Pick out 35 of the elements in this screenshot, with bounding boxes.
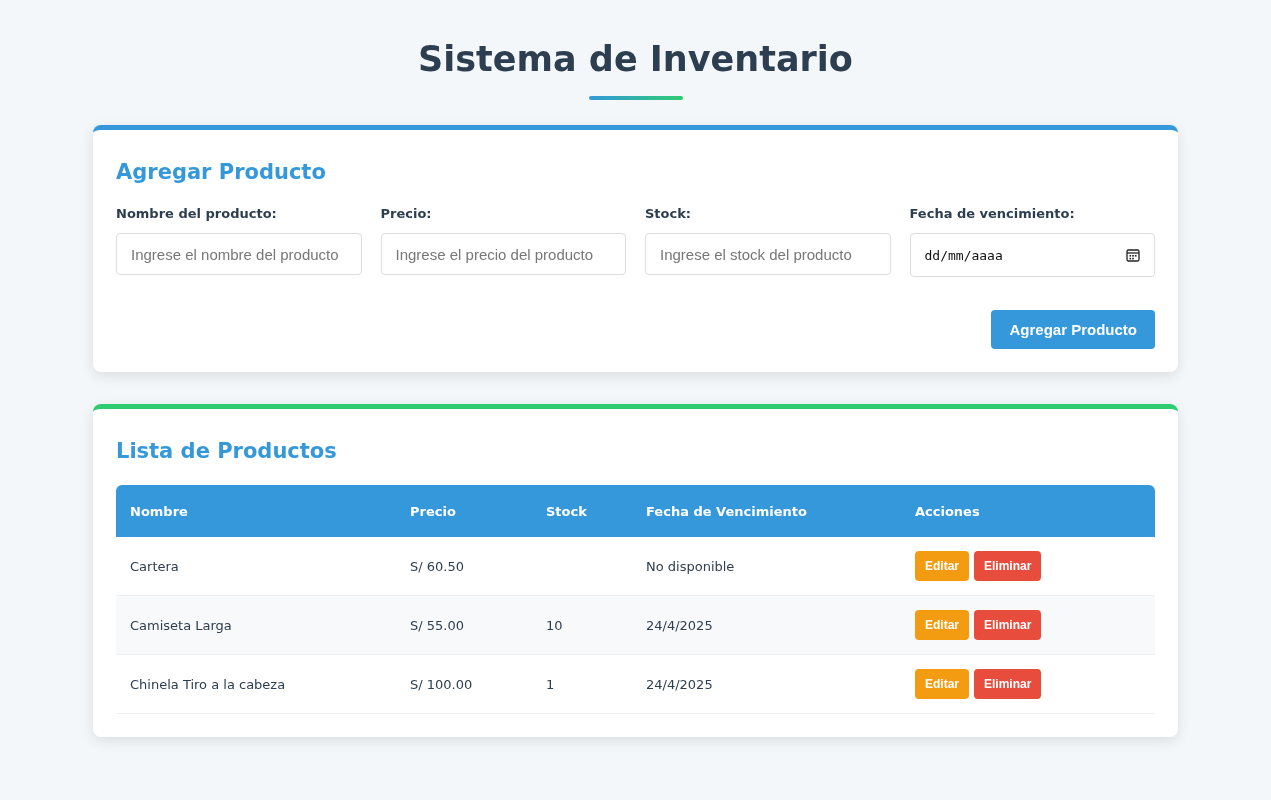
field-label: Precio: <box>380 206 433 221</box>
column-header: Stock <box>546 503 587 519</box>
field-label: Stock: <box>645 206 693 221</box>
column-header: Nombre <box>130 503 188 519</box>
input-field[interactable]: Ingrese el nombre del producto <box>116 233 362 275</box>
field-label: Fecha de vencimiento: <box>909 206 1076 221</box>
product-expiry: No disponible <box>646 558 735 574</box>
date-field[interactable]: dd/mm/aaaa <box>909 233 1155 277</box>
product-stock: 10 <box>546 617 563 633</box>
delete-button[interactable]: Eliminar <box>974 551 1042 581</box>
product-price: S/ 60.50 <box>410 558 464 574</box>
delete-button[interactable]: Eliminar <box>974 610 1042 640</box>
product-name: Chinela Tiro a la cabeza <box>130 676 286 692</box>
list-heading: Lista de Productos <box>116 439 338 463</box>
product-expiry: 24/4/2025 <box>646 617 713 633</box>
input-field[interactable]: Ingrese el precio del producto <box>380 233 626 275</box>
product-name: Cartera <box>130 558 179 574</box>
calendar-icon[interactable] <box>1126 248 1140 262</box>
column-header: Acciones <box>915 503 980 519</box>
product-price: S/ 100.00 <box>410 676 473 692</box>
product-stock: 1 <box>546 676 555 692</box>
edit-button[interactable]: Editar <box>915 551 969 581</box>
product-price: S/ 55.00 <box>410 617 464 633</box>
edit-button[interactable]: Editar <box>915 669 969 699</box>
column-header: Fecha de Vencimiento <box>646 503 807 519</box>
field-label: Nombre del producto: <box>116 206 278 221</box>
input-field[interactable]: Ingrese el stock del producto <box>645 233 891 275</box>
delete-button[interactable]: Eliminar <box>974 669 1042 699</box>
add-product-button[interactable]: Agregar Producto <box>991 310 1155 349</box>
page-title: Sistema de Inventario <box>417 38 854 81</box>
product-expiry: 24/4/2025 <box>646 676 713 692</box>
product-name: Camiseta Larga <box>130 617 232 633</box>
edit-button[interactable]: Editar <box>915 610 969 640</box>
column-header: Precio <box>410 503 456 519</box>
form-heading: Agregar Producto <box>116 160 327 184</box>
